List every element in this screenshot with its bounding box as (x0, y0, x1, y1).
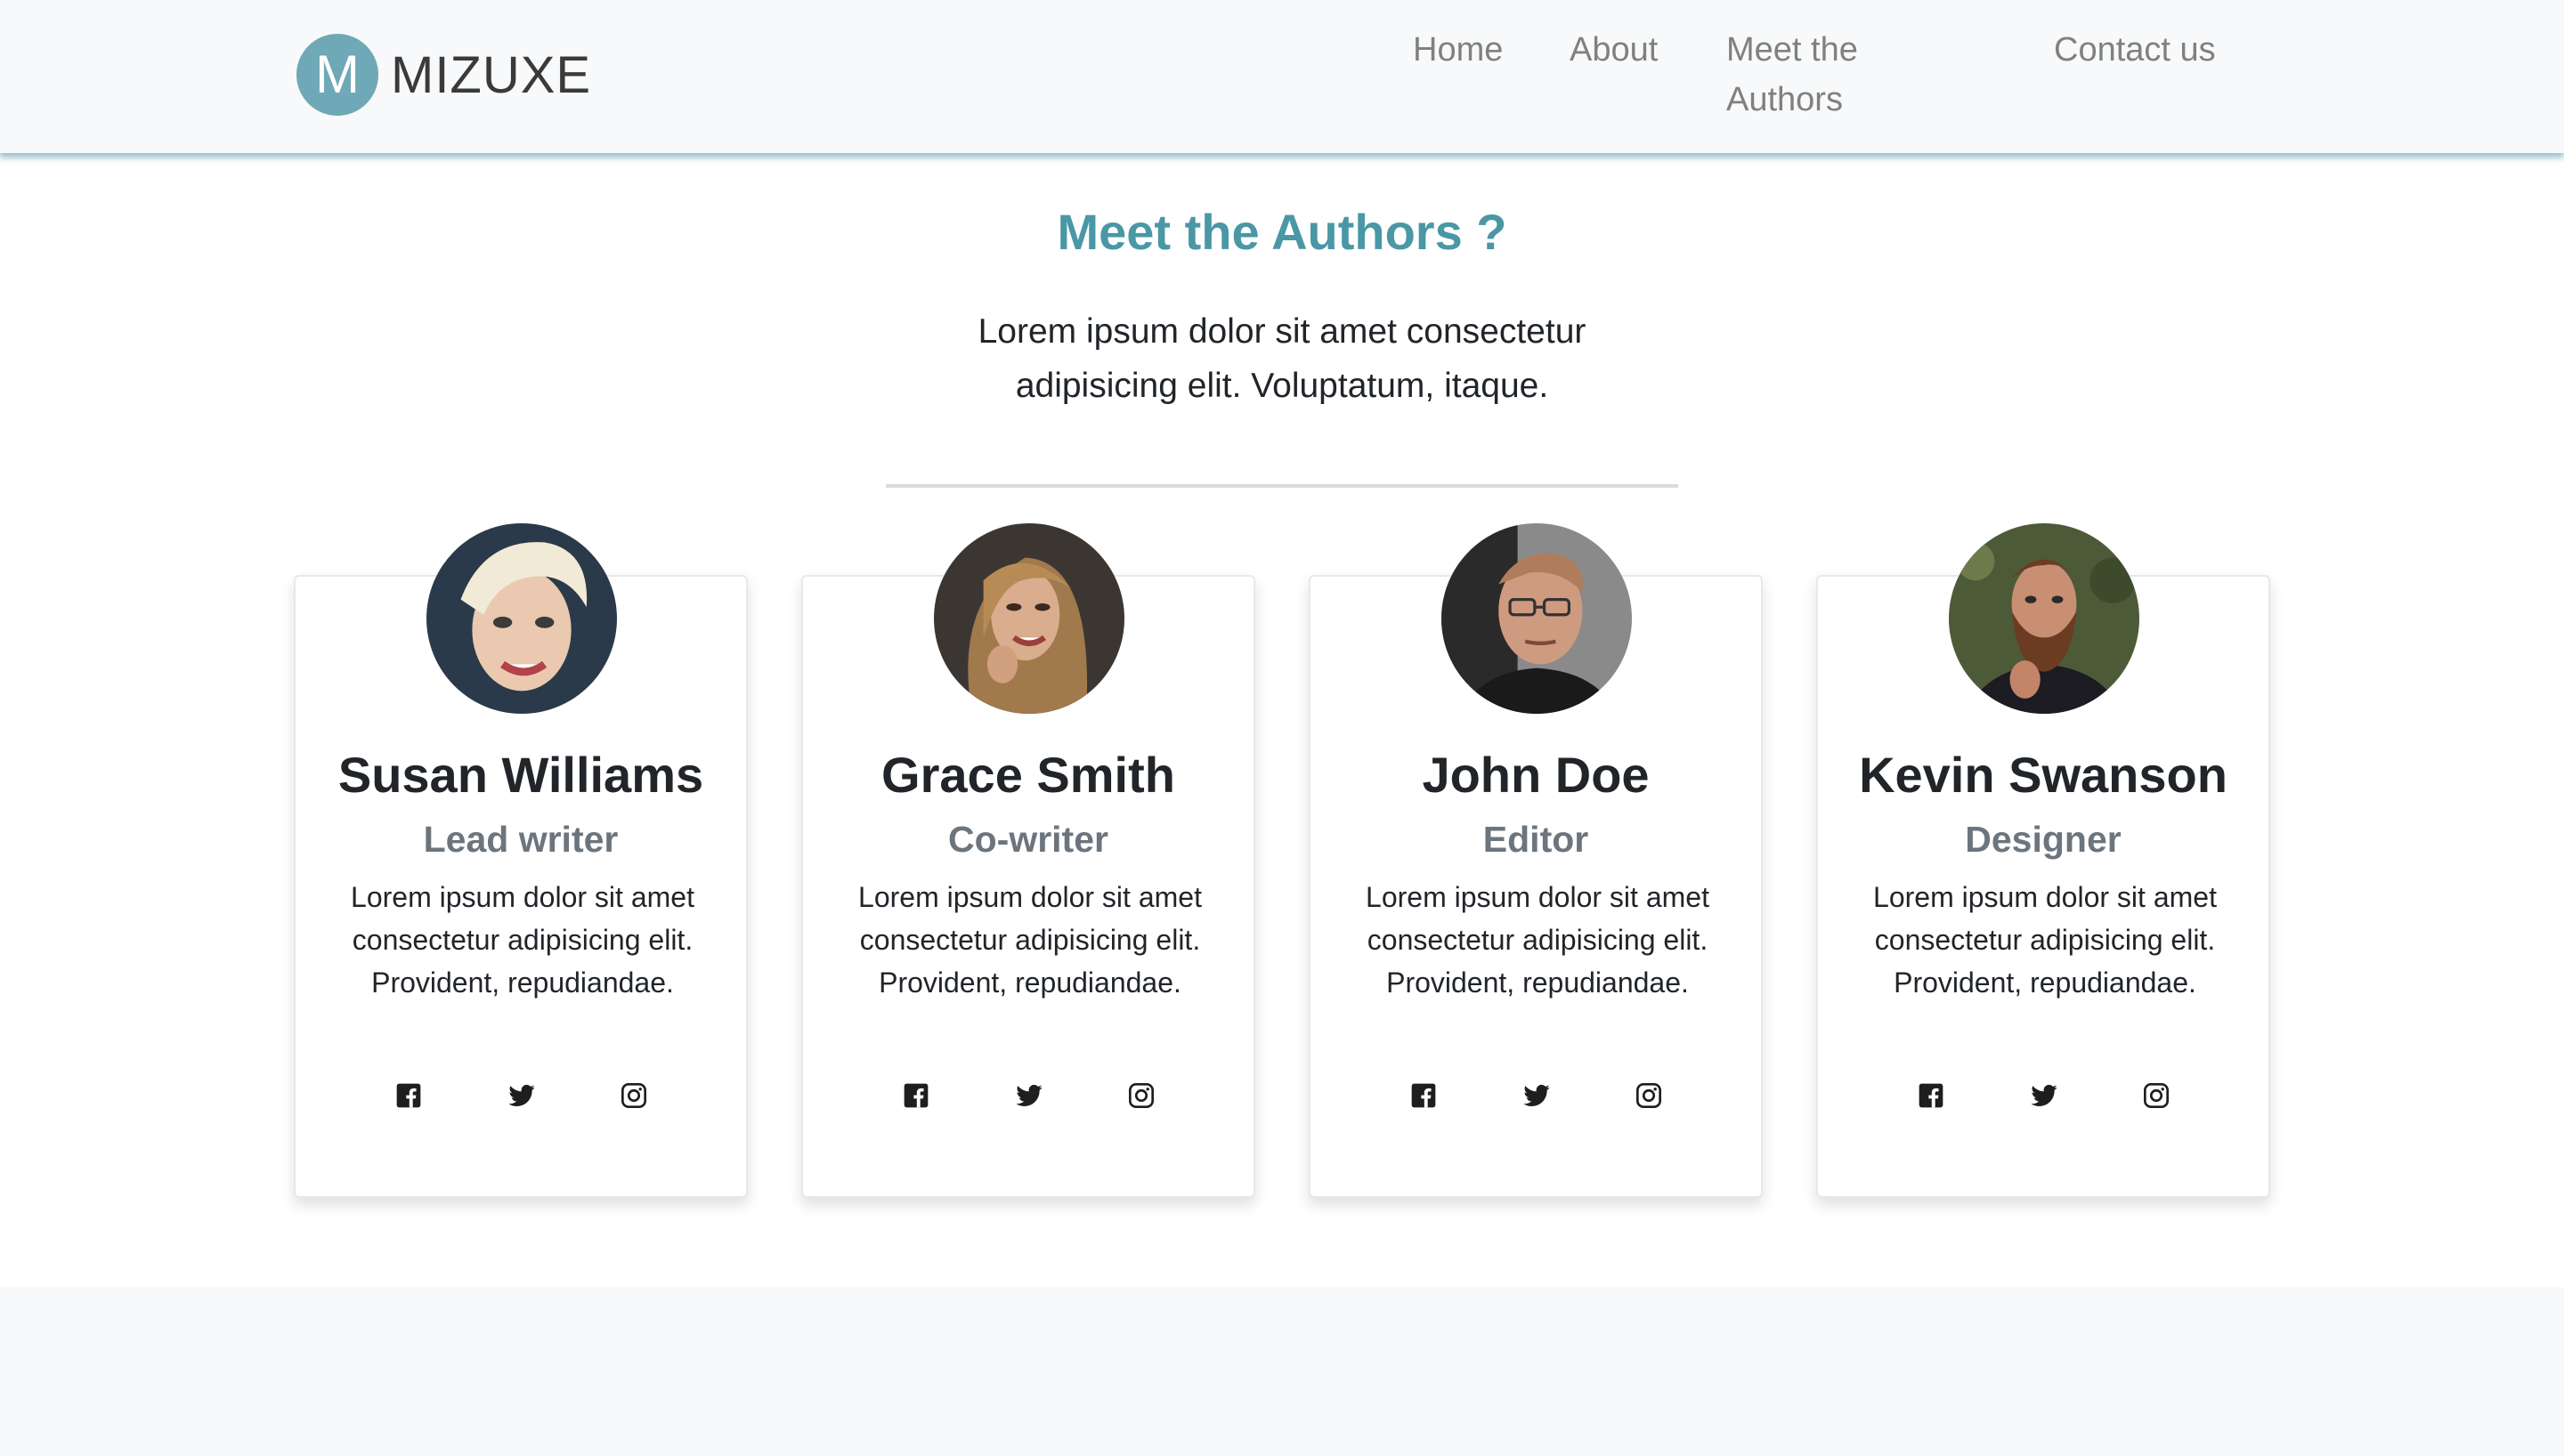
brand-logo: M (296, 34, 378, 116)
author-bio: Lorem ipsum dolor sit amet consectetur a… (858, 881, 1202, 999)
author-name: Grace Smith (881, 747, 1175, 803)
author-role: Co-writer (948, 819, 1108, 860)
navbar: M MIZUXE Home About Meet the Authors Con… (0, 0, 2564, 153)
author-card: Grace Smith Co-writer Lorem ipsum dolor … (801, 523, 1255, 1198)
author-avatar (1441, 523, 1632, 714)
author-avatar (1949, 523, 2139, 714)
nav-meet-the-authors[interactable]: Meet the Authors (1726, 25, 1886, 125)
instagram-icon[interactable] (2141, 1080, 2171, 1111)
nav-about[interactable]: About (1570, 25, 1658, 75)
brand-link[interactable]: M MIZUXE (296, 34, 591, 116)
facebook-icon[interactable] (394, 1080, 424, 1111)
section-divider (886, 484, 1678, 488)
instagram-icon[interactable] (619, 1080, 649, 1111)
author-bio: Lorem ipsum dolor sit amet consectetur a… (351, 881, 694, 999)
nav-contact-us[interactable]: Contact us (2054, 25, 2216, 75)
instagram-icon[interactable] (1634, 1080, 1664, 1111)
author-card: Susan Williams Lead writer Lorem ipsum d… (294, 523, 748, 1198)
instagram-icon[interactable] (1126, 1080, 1156, 1111)
author-avatar (426, 523, 617, 714)
author-role: Designer (1965, 819, 2122, 860)
brand-name: MIZUXE (391, 45, 592, 104)
author-card: John Doe Editor Lorem ipsum dolor sit am… (1309, 523, 1763, 1198)
twitter-icon[interactable] (1521, 1080, 1552, 1111)
author-name: Susan Williams (337, 747, 704, 803)
facebook-icon[interactable] (901, 1080, 931, 1111)
twitter-icon[interactable] (507, 1080, 537, 1111)
author-bio: Lorem ipsum dolor sit amet consectetur a… (1366, 881, 1709, 999)
twitter-icon[interactable] (1014, 1080, 1044, 1111)
facebook-icon[interactable] (1408, 1080, 1439, 1111)
footer (0, 1287, 2564, 1456)
author-name: Kevin Swanson (1859, 747, 2227, 803)
author-bio: Lorem ipsum dolor sit amet consectetur a… (1873, 881, 2217, 999)
page-lead: Lorem ipsum dolor sit amet consectetur a… (978, 312, 1586, 405)
author-card: Kevin Swanson Designer Lorem ipsum dolor… (1816, 523, 2270, 1198)
facebook-icon[interactable] (1916, 1080, 1946, 1111)
author-avatar (934, 523, 1124, 714)
nav-home[interactable]: Home (1413, 25, 1503, 75)
author-role: Lead writer (423, 819, 619, 860)
author-name: John Doe (1422, 747, 1650, 803)
page-title: Meet the Authors ? (1057, 204, 1507, 260)
author-role: Editor (1482, 819, 1589, 860)
twitter-icon[interactable] (2029, 1080, 2059, 1111)
